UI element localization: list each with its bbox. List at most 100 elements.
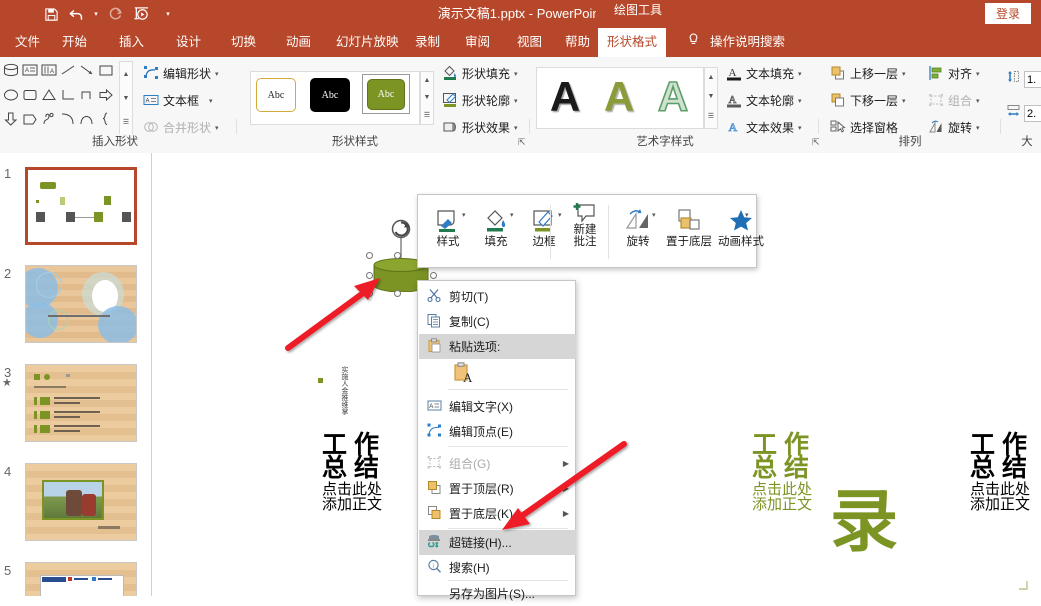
chevron-down-icon[interactable]: ▾ bbox=[976, 70, 980, 78]
shape-styles-scroll-down-icon[interactable]: ▼ bbox=[421, 89, 433, 106]
shape-styles-more-icon[interactable]: ☰ bbox=[421, 106, 433, 123]
chevron-down-icon[interactable]: ▾ bbox=[462, 211, 466, 219]
tab-record[interactable]: 录制 bbox=[406, 28, 449, 57]
text-outline-button[interactable]: A 文本轮廓 ▾ bbox=[726, 92, 802, 109]
shapes-scroll-up-icon[interactable]: ▲ bbox=[120, 62, 132, 86]
shape-freeform-icon[interactable] bbox=[40, 109, 59, 131]
slide-thumbnail-1[interactable] bbox=[25, 167, 137, 245]
wordart-styles-scroll[interactable]: ▲ ▼ ☰ bbox=[704, 67, 718, 129]
rotate-handle[interactable] bbox=[388, 218, 414, 265]
shape-line-icon[interactable] bbox=[59, 61, 78, 83]
shape-rounded-rect-icon[interactable] bbox=[21, 85, 40, 107]
shape-textbox-icon[interactable]: A bbox=[21, 61, 40, 83]
shape-elbow-arrow-icon[interactable] bbox=[78, 85, 97, 107]
shape-style-tile-2[interactable]: Abc bbox=[308, 76, 352, 114]
shape-arc-icon[interactable] bbox=[59, 109, 78, 131]
chevron-down-icon[interactable]: ▾ bbox=[798, 124, 802, 132]
context-menu-item-edit-text[interactable]: A 编辑文字(X) bbox=[419, 394, 576, 419]
chevron-down-icon[interactable]: ▾ bbox=[514, 97, 518, 105]
shape-curve-icon[interactable] bbox=[78, 109, 97, 131]
tab-shape-format[interactable]: 形状格式 bbox=[598, 28, 667, 57]
shape-elbow-connector-icon[interactable] bbox=[59, 85, 78, 107]
chevron-down-icon[interactable]: ▾ bbox=[510, 211, 514, 219]
shape-oval-icon[interactable] bbox=[2, 85, 21, 107]
context-menu-item-cut[interactable]: 剪切(T) bbox=[419, 284, 576, 309]
tab-animations[interactable]: 动画 bbox=[277, 28, 320, 57]
shapes-gallery[interactable]: A A bbox=[2, 61, 118, 135]
slide-text-block-2[interactable]: 工 作 总 结 点击此处 添加正文 bbox=[752, 433, 812, 513]
slide-text-block-1[interactable]: 工 作 总 结 点击此处 添加正文 bbox=[322, 433, 382, 513]
mini-fill-button[interactable]: 填充 bbox=[474, 200, 518, 264]
resize-handle-n[interactable] bbox=[394, 252, 401, 259]
shape-arrow-icon[interactable] bbox=[78, 61, 97, 83]
tab-transitions[interactable]: 切换 bbox=[222, 28, 265, 57]
wordart-styles-dialog-launcher-icon[interactable]: ⇱ bbox=[812, 137, 822, 147]
mini-animation-style-button[interactable]: 动画样式 bbox=[714, 200, 768, 264]
shape-styles-scroll-up-icon[interactable]: ▲ bbox=[421, 72, 433, 89]
chevron-down-icon[interactable]: ▾ bbox=[215, 124, 219, 132]
chevron-down-icon[interactable]: ▾ bbox=[215, 70, 219, 78]
chevron-down-icon[interactable]: ▾ bbox=[209, 97, 213, 105]
mini-send-to-back-button[interactable]: 置于底层 bbox=[662, 200, 716, 264]
shape-right-arrow-icon[interactable] bbox=[97, 85, 116, 107]
shape-pentagon-icon[interactable] bbox=[21, 109, 40, 131]
wordart-scroll-down-icon[interactable]: ▼ bbox=[705, 87, 717, 106]
slide-thumbnail-panel[interactable]: 1 2 3 ★ 4 5 bbox=[0, 153, 152, 596]
chevron-down-icon[interactable]: ▾ bbox=[798, 70, 802, 78]
shape-width-field[interactable]: 2. bbox=[1006, 103, 1041, 123]
bring-forward-button[interactable]: 上移一层 ▾ bbox=[830, 65, 906, 82]
slide-thumbnail-5[interactable] bbox=[25, 562, 137, 596]
context-menu-item-search[interactable]: i 搜索(H) bbox=[419, 555, 576, 580]
shapes-scroll-down-icon[interactable]: ▼ bbox=[120, 86, 132, 110]
align-button[interactable]: 对齐 ▾ bbox=[928, 65, 980, 82]
tell-me-search[interactable]: 操作说明搜索 bbox=[701, 28, 794, 57]
tab-review[interactable]: 审阅 bbox=[456, 28, 499, 57]
chevron-down-icon[interactable]: ▾ bbox=[558, 211, 562, 219]
shape-down-arrow-icon[interactable] bbox=[2, 109, 21, 131]
shape-style-tile-3[interactable]: Abc bbox=[362, 74, 410, 114]
text-box-button[interactable]: A 文本框 ▾ bbox=[143, 92, 213, 109]
shapes-gallery-more-icon[interactable]: ☰ bbox=[120, 110, 132, 134]
shape-brace-icon[interactable] bbox=[97, 109, 116, 131]
shape-cylinder-icon[interactable] bbox=[2, 61, 21, 83]
tab-design[interactable]: 设计 bbox=[167, 28, 210, 57]
tab-slideshow[interactable]: 幻灯片放映 bbox=[327, 28, 408, 57]
mini-toolbar[interactable]: 样式 ▾ 填充 ▾ 边框 ▾ 新建 批注 旋转 ▾ 置于底层 动画样式 ▾ bbox=[417, 194, 764, 268]
resize-handle-e[interactable] bbox=[430, 272, 437, 279]
context-menu-item-save-as-picture[interactable]: 另存为图片(S)... bbox=[419, 581, 576, 606]
tab-file[interactable]: 文件 bbox=[6, 28, 49, 57]
paste-option-keep-text-only-button[interactable]: A bbox=[452, 361, 478, 387]
tab-insert[interactable]: 插入 bbox=[110, 28, 153, 57]
shape-rectangle-icon[interactable] bbox=[97, 61, 116, 83]
edit-shape-button[interactable]: 编辑形状 ▾ bbox=[143, 65, 219, 82]
shape-styles-dialog-launcher-icon[interactable]: ⇱ bbox=[518, 137, 528, 147]
shape-styles-scroll[interactable]: ▲ ▼ ☰ bbox=[420, 71, 434, 125]
slide-thumbnail-3[interactable] bbox=[25, 364, 137, 442]
slide-thumbnail-2[interactable] bbox=[25, 265, 137, 343]
shape-fill-button[interactable]: 形状填充 ▾ bbox=[442, 65, 518, 82]
wordart-tile-2[interactable]: A bbox=[594, 71, 644, 123]
mini-new-comment-button[interactable]: 新建 批注 bbox=[568, 200, 602, 264]
group-button[interactable]: 组合 ▾ bbox=[928, 92, 980, 109]
tab-home[interactable]: 开始 bbox=[53, 28, 96, 57]
wordart-tile-3[interactable]: A bbox=[648, 71, 698, 123]
context-menu-item-copy[interactable]: 复制(C) bbox=[419, 309, 576, 334]
chevron-down-icon[interactable]: ▾ bbox=[798, 97, 802, 105]
wordart-tile-1[interactable]: A bbox=[540, 71, 590, 123]
width-value[interactable]: 2. bbox=[1024, 104, 1041, 122]
chevron-down-icon[interactable]: ▾ bbox=[976, 124, 980, 132]
chevron-down-icon[interactable]: ▾ bbox=[652, 211, 656, 219]
mini-outline-button[interactable]: 边框 bbox=[522, 200, 566, 264]
shape-vertical-textbox-icon[interactable]: A bbox=[40, 61, 59, 83]
wordart-scroll-up-icon[interactable]: ▲ bbox=[705, 68, 717, 87]
tab-help[interactable]: 帮助 bbox=[556, 28, 599, 57]
text-fill-button[interactable]: A 文本填充 ▾ bbox=[726, 65, 802, 82]
shapes-gallery-scroll[interactable]: ▲ ▼ ☰ bbox=[119, 61, 133, 135]
shape-height-field[interactable]: 1. bbox=[1006, 69, 1041, 89]
shape-style-tile-1[interactable]: Abc bbox=[254, 76, 298, 114]
slide-thumbnail-4[interactable] bbox=[25, 463, 137, 541]
chevron-down-icon[interactable]: ▾ bbox=[902, 97, 906, 105]
wordart-more-icon[interactable]: ☰ bbox=[705, 106, 717, 125]
context-menu-item-paste-options[interactable]: 粘贴选项: bbox=[419, 334, 576, 359]
height-value[interactable]: 1. bbox=[1024, 70, 1041, 88]
